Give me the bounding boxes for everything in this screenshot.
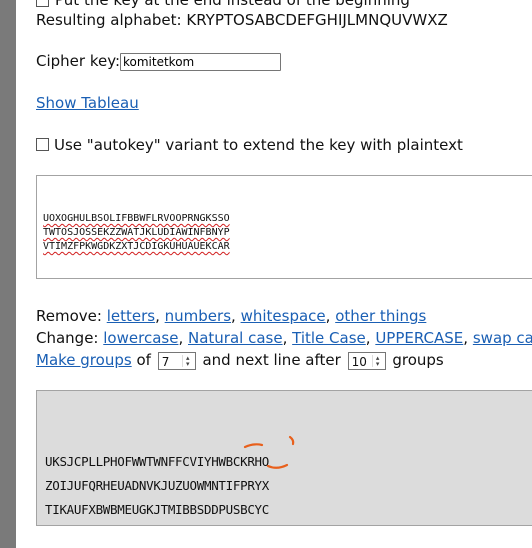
line-groups-value: 10 [351, 354, 367, 369]
of-label: of [136, 351, 151, 369]
separator: , [365, 329, 371, 347]
window-edge [0, 0, 16, 548]
output-text: UKSJCPLLPHOFWWTWNFFCVIYHWBCKRHO ZOIJUFQR… [45, 450, 269, 522]
show-tableau-link[interactable]: Show Tableau [36, 94, 139, 112]
line-groups-stepper[interactable]: 10 ▴ ▾ [347, 351, 386, 370]
output-panel[interactable]: UKSJCPLLPHOFWWTWNFFCVIYHWBCKRHO ZOIJUFQR… [36, 390, 532, 526]
separator: , [178, 329, 184, 347]
input-textarea[interactable]: UOXOGHULBSOLIFBBWFLRVOOPRNGKSSO TWTOSJOS… [36, 175, 532, 279]
stepper-arrows-icon[interactable]: ▴ ▾ [371, 354, 383, 367]
autokey-option[interactable]: Use "autokey" variant to extend the key … [36, 136, 463, 154]
separator: , [155, 307, 160, 325]
cipher-key-input[interactable]: komitetkom [120, 53, 281, 71]
remove-other-things-link[interactable]: other things [335, 307, 426, 325]
natural-case-link[interactable]: Natural case [188, 329, 283, 347]
lowercase-link[interactable]: lowercase [103, 329, 178, 347]
autokey-label: Use "autokey" variant to extend the key … [54, 136, 463, 154]
input-line: UOXOGHULBSOLIFBBWFLRVOOPRNGKSSO [43, 213, 230, 224]
resulting-alphabet-value: KRYPTOSABCDEFGHIJLMNQUVWXZ [186, 11, 448, 29]
input-text: UOXOGHULBSOLIFBBWFLRVOOPRNGKSSO TWTOSJOS… [43, 212, 230, 254]
swap-case-link[interactable]: swap case [473, 329, 532, 347]
output-line: UKSJCPLLPHOFWWTWNFFCVIYHWBCKRHO [45, 454, 269, 469]
change-options: Change: lowercase, Natural case, Title C… [36, 329, 532, 347]
separator: , [282, 329, 288, 347]
make-groups-link[interactable]: Make groups [36, 351, 132, 369]
separator: , [463, 329, 469, 347]
group-size-value: 7 [161, 354, 170, 369]
remove-numbers-link[interactable]: numbers [165, 307, 231, 325]
resulting-alphabet: Resulting alphabet: KRYPTOSABCDEFGHIJLMN… [36, 11, 448, 29]
stepper-arrows-icon[interactable]: ▴ ▾ [181, 354, 193, 367]
remove-whitespace-link[interactable]: whitespace [241, 307, 326, 325]
put-key-at-end-checkbox[interactable] [36, 0, 49, 7]
autokey-checkbox[interactable] [36, 138, 49, 151]
cipher-key-label: Cipher key: [36, 52, 121, 70]
title-case-link[interactable]: Title Case [292, 329, 366, 347]
next-line-label: and next line after [202, 351, 341, 369]
group-size-stepper[interactable]: 7 ▴ ▾ [157, 351, 196, 370]
remove-letters-link[interactable]: letters [107, 307, 155, 325]
change-label: Change: [36, 329, 99, 347]
output-line: ZOIJUFQRHEUADNVKJUZUOWMNTIFPRYX [45, 478, 269, 493]
groups-word: groups [392, 351, 444, 369]
put-key-at-end-option[interactable]: Put the key at the end instead of the be… [36, 0, 410, 9]
uppercase-link[interactable]: UPPERCASE [375, 329, 463, 347]
separator: , [325, 307, 331, 325]
group-options: Make groups of 7 ▴ ▾ and next line after 1… [36, 351, 444, 370]
input-line: VTIMZFPKWGDKZXTJCDIGKUHUAUEKCAR [43, 241, 230, 252]
input-line: TWTOSJOSSEKZZWATJKLUDIAWINFBNYP [43, 227, 230, 238]
separator: , [231, 307, 236, 325]
output-line: TIKAUFXBWBMEUGKJTMIBBSDDPUSBCYC [45, 502, 269, 517]
put-key-at-end-label: Put the key at the end instead of the be… [55, 0, 410, 9]
remove-options: Remove: letters, numbers, whitespace, ot… [36, 307, 426, 325]
remove-label: Remove: [36, 307, 102, 325]
resulting-alphabet-label: Resulting alphabet: [36, 11, 182, 29]
